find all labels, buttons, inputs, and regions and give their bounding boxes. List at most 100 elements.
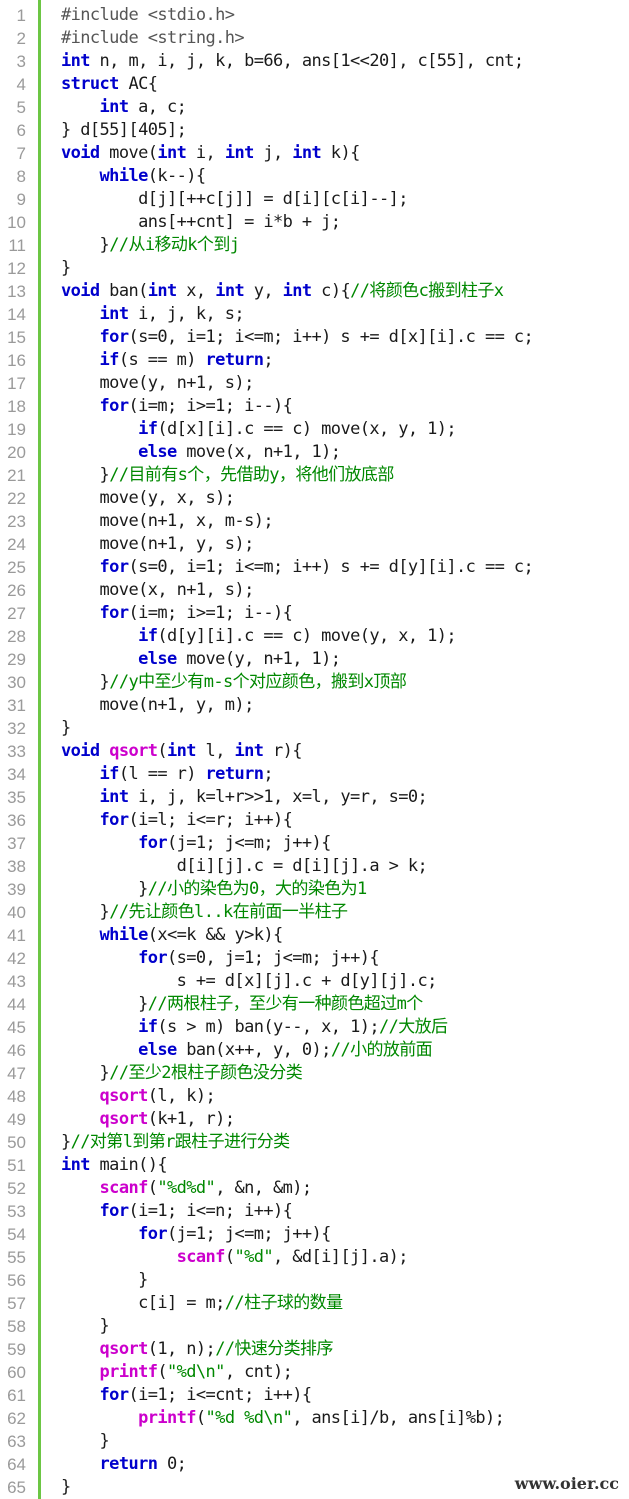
code-token: (x<=k && y>k){ [147, 925, 283, 945]
code-line: 63 } [0, 1430, 629, 1453]
line-number: 47 [7, 1064, 26, 1083]
code-token: } [61, 1270, 148, 1290]
code-line: 3 int n, m, i, j, k, b=66, ans[1<<20], c[… [0, 50, 629, 73]
code-text: }//从i移动k个到j [61, 234, 240, 257]
code-keyword: if [99, 764, 120, 784]
code-token: move(y, n+1, s); [61, 373, 255, 393]
code-token: ans[++cnt] = i*b + j; [61, 212, 341, 232]
code-keyword: for [99, 557, 130, 577]
code-line: 36 for(i=l; i<=r; i++){ [0, 809, 629, 832]
code-line: 29 else move(y, n+1, 1); [0, 648, 629, 671]
line-number: 32 [7, 719, 26, 738]
code-line: 62 printf("%d %d\n", ans[i]/b, ans[i]%b)… [0, 1407, 629, 1430]
code-token: (i=m; i>=1; i--){ [128, 396, 293, 416]
code-token: move(y, n+1, 1); [176, 649, 341, 669]
code-line: 24 move(n+1, y, s); [0, 533, 629, 556]
code-text: printf("%d %d\n", ans[i]/b, ans[i]%b); [61, 1407, 505, 1430]
code-text: void move(int i, int j, int k){ [61, 142, 360, 165]
code-token: , ans[i]/b, ans[i]%b); [292, 1408, 505, 1428]
code-comment: //小的放前面 [330, 1040, 433, 1060]
code-token: c){ [311, 281, 351, 301]
line-number: 14 [7, 305, 26, 324]
code-token: ban( [99, 281, 148, 301]
code-function: scanf [176, 1247, 226, 1267]
code-line: 26 move(x, n+1, s); [0, 579, 629, 602]
code-text: if(l == r) return; [61, 763, 274, 786]
code-text: #include <string.h> [61, 27, 245, 50]
line-number: 31 [7, 696, 26, 715]
code-token: (1, n); [147, 1339, 216, 1359]
code-line: 56 } [0, 1269, 629, 1292]
code-keyword: int [99, 304, 130, 324]
line-number: 56 [7, 1271, 26, 1290]
code-token: y, [244, 281, 283, 301]
code-text: void ban(int x, int y, int c){//将颜色c搬到柱子… [61, 280, 504, 303]
line-number: 25 [7, 558, 26, 577]
code-line: 40 }//先让颜色l..k在前面一半柱子 [0, 901, 629, 924]
code-line: 50}//对第l到第r跟柱子进行分类 [0, 1131, 629, 1154]
code-line: 16 if(s == m) return; [0, 349, 629, 372]
code-line: 30 }//y中至少有m-s个对应颜色，搬到x顶部 [0, 671, 629, 694]
code-token: ban(x++, y, 0); [176, 1040, 331, 1060]
code-keyword: while [99, 166, 149, 186]
code-line: 41 while(x<=k && y>k){ [0, 924, 629, 947]
line-number: 34 [7, 765, 26, 784]
code-line: 14 int i, j, k, s; [0, 303, 629, 326]
code-text: } [61, 717, 71, 740]
code-text: } [61, 257, 71, 280]
line-number: 54 [7, 1225, 26, 1244]
code-token: (k--){ [147, 166, 206, 186]
line-number: 20 [7, 443, 26, 462]
code-token: move(x, n+1, s); [61, 580, 255, 600]
code-line: 9 d[j][++c[j]] = d[i][c[i]--]; [0, 188, 629, 211]
line-number: 62 [7, 1409, 26, 1428]
line-number: 24 [7, 535, 26, 554]
code-token: move(n+1, y, s); [61, 534, 255, 554]
code-text: for(s=0, j=1; j<=m; j++){ [61, 947, 379, 970]
code-keyword: if [138, 626, 158, 646]
line-number: 40 [7, 903, 26, 922]
code-text: for(j=1; j<=m; j++){ [61, 832, 331, 855]
code-text: }//至少2根柱子颜色没分类 [61, 1062, 303, 1085]
code-token: } [61, 718, 71, 738]
line-number: 53 [7, 1202, 26, 1221]
code-text: if(s == m) return; [61, 349, 274, 372]
code-comment: //将颜色c搬到柱子x [350, 281, 504, 301]
code-text: for(i=m; i>=1; i--){ [61, 602, 293, 625]
code-editor[interactable]: 1 #include <stdio.h> 2 #include <string.h> 3… [0, 0, 629, 1499]
code-keyword: for [99, 810, 130, 830]
line-number: 5 [16, 98, 26, 117]
code-text: qsort(l, k); [61, 1085, 216, 1108]
code-token: } [61, 994, 148, 1014]
line-number: 42 [7, 949, 26, 968]
line-number: 21 [7, 466, 26, 485]
line-number: 39 [7, 880, 26, 899]
code-text: while(x<=k && y>k){ [61, 924, 284, 947]
code-comment: //目前有s个，先借助y，将他们放底部 [109, 465, 394, 485]
code-line: 60 printf("%d\n", cnt); [0, 1361, 629, 1384]
line-number: 52 [7, 1179, 26, 1198]
code-line: 22 move(y, x, s); [0, 487, 629, 510]
code-text: d[i][j].c = d[i][j].a > k; [61, 855, 428, 878]
code-keyword: int [61, 51, 91, 71]
code-keyword: for [99, 1201, 130, 1221]
code-token: #include <stdio.h> [61, 5, 235, 25]
line-number: 28 [7, 627, 26, 646]
line-number: 18 [7, 397, 26, 416]
code-text: for(i=l; i<=r; i++){ [61, 809, 293, 832]
code-keyword: int [167, 741, 197, 761]
line-number: 63 [7, 1432, 26, 1451]
code-token: (s > m) ban(y--, x, 1); [157, 1017, 379, 1037]
